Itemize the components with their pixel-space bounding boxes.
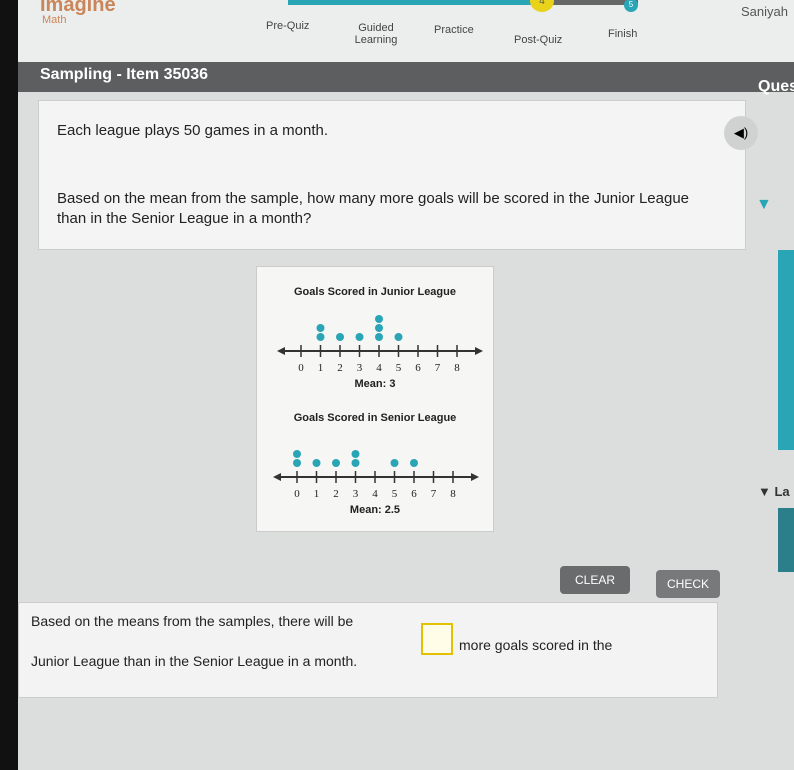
data-dot <box>410 459 418 467</box>
chart-title: Goals Scored in Senior League <box>294 412 457 424</box>
data-dot <box>375 315 383 323</box>
tick-label: 1 <box>314 488 320 500</box>
tick-label: 2 <box>333 488 339 500</box>
side-panel-label[interactable]: ▼ La <box>758 484 790 499</box>
dot-plots: Goals Scored in Junior League 0 1 2 3 4 5 6 7 8 Me… <box>273 286 483 516</box>
logo-subtitle: Math <box>42 14 67 26</box>
data-dot <box>336 333 344 341</box>
tick-label: 0 <box>298 362 304 374</box>
tick-label: 7 <box>435 362 441 374</box>
progress-done <box>288 0 548 5</box>
dropdown-arrow-icon[interactable]: ▼ <box>756 196 772 214</box>
axis-arrow-right <box>475 347 483 355</box>
tick-label: 4 <box>376 362 382 374</box>
tick-label: 3 <box>353 488 359 500</box>
data-dot <box>293 459 301 467</box>
step-current-marker: 4 <box>530 0 554 12</box>
tick-label: 6 <box>415 362 421 374</box>
axis-arrow-left <box>273 473 281 481</box>
tick-label: 8 <box>450 488 456 500</box>
user-name: Saniyah <box>741 4 788 19</box>
data-dot <box>316 333 325 341</box>
answer-text-before: Based on the means from the samples, the… <box>31 613 354 629</box>
data-dot <box>312 459 321 467</box>
tick-label: 0 <box>294 488 300 500</box>
data-dot <box>375 333 383 341</box>
dot-plots-card: Goals Scored in Junior League 0 1 2 3 4 5 6 7 8 Me… <box>256 266 494 532</box>
data-dot <box>355 333 364 341</box>
data-dot <box>394 333 403 341</box>
mean-caption: Mean: 2.5 <box>350 504 400 516</box>
answer-input[interactable] <box>421 623 453 655</box>
top-bar: Imagine Math 4 5 Pre-Quiz Guided Learnin… <box>18 0 794 62</box>
side-panel <box>778 250 794 450</box>
tick-label: 2 <box>337 362 343 374</box>
question-box: Each league plays 50 games in a month. B… <box>38 100 746 250</box>
chart-title: Goals Scored in Junior League <box>294 286 456 298</box>
data-dot <box>332 459 340 467</box>
step-finish-marker: 5 <box>624 0 638 12</box>
tick-label: 8 <box>454 362 460 374</box>
data-dot <box>375 324 383 332</box>
data-dot <box>316 324 325 332</box>
question-line-1: Each league plays 50 games in a month. <box>57 122 329 139</box>
title-bar: Sampling - Item 35036 Ques <box>18 62 794 95</box>
answer-text-after: more goals scored in the <box>459 637 613 653</box>
page-title: Sampling - Item 35036 <box>40 66 209 83</box>
data-dot <box>390 459 399 467</box>
screen: Imagine Math 4 5 Pre-Quiz Guided Learnin… <box>18 0 794 770</box>
check-button[interactable]: CHECK <box>656 570 720 598</box>
tick-label: 1 <box>318 362 324 374</box>
step-post-quiz[interactable]: Post-Quiz <box>514 34 562 46</box>
answer-box: Based on the means from the samples, the… <box>18 602 718 698</box>
answer-text-line2: Junior League than in the Senior League … <box>31 653 358 669</box>
clear-button[interactable]: CLEAR <box>560 566 630 594</box>
step-guided-learning[interactable]: Guided Learning <box>346 22 406 46</box>
step-pre-quiz[interactable]: Pre-Quiz <box>266 20 309 32</box>
tick-label: 5 <box>396 362 402 374</box>
axis-arrow-left <box>277 347 285 355</box>
side-panel-lower <box>778 508 794 572</box>
tick-label: 6 <box>411 488 417 500</box>
question-line-2: Based on the mean from the sample, how m… <box>57 190 690 227</box>
side-panel-title: Ques <box>758 78 794 95</box>
tick-label: 7 <box>431 488 437 500</box>
data-dot <box>351 459 360 467</box>
axis-arrow-right <box>471 473 479 481</box>
tick-label: 4 <box>372 488 378 500</box>
step-practice[interactable]: Practice <box>434 24 474 36</box>
tick-label: 5 <box>392 488 398 500</box>
step-finish[interactable]: Finish <box>608 28 637 40</box>
data-dot <box>293 450 301 458</box>
speaker-icon[interactable]: ◀) <box>724 116 758 150</box>
tick-label: 3 <box>357 362 363 374</box>
data-dot <box>351 450 360 458</box>
mean-caption: Mean: 3 <box>355 378 396 390</box>
